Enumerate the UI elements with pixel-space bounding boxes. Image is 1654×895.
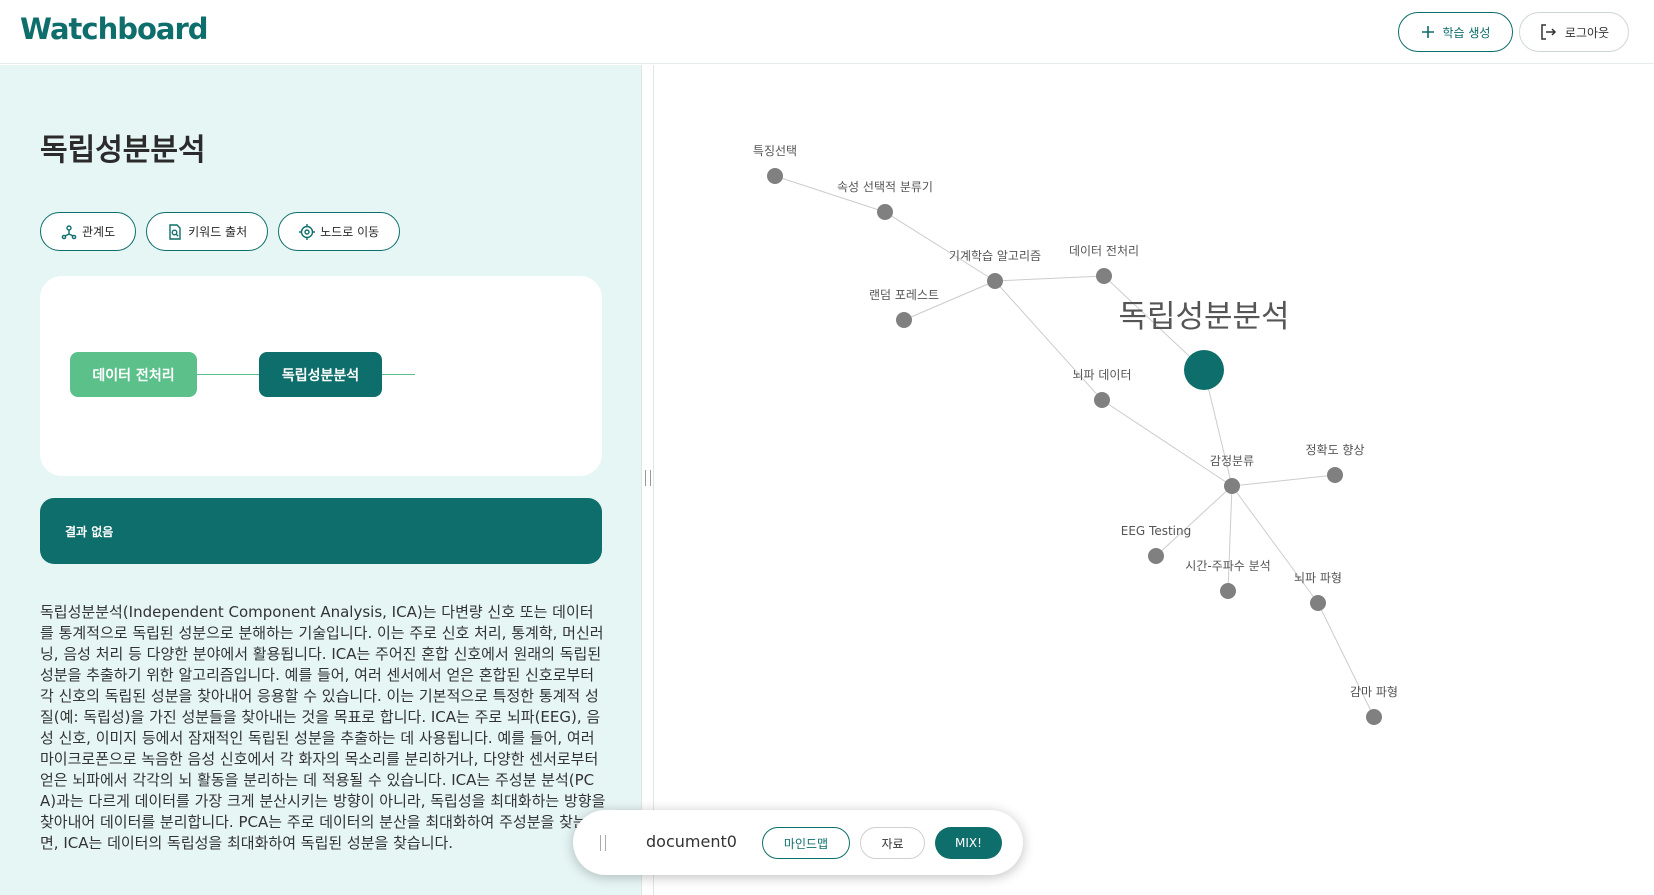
graph-edge bbox=[994, 275, 1105, 282]
graph-edge bbox=[1317, 602, 1375, 718]
go-to-node-label: 노드로 이동 bbox=[320, 225, 380, 239]
graph-edge bbox=[994, 280, 1103, 401]
mindmap-current-node[interactable]: 독립성분분석 bbox=[259, 352, 382, 397]
top-header: Watchboard 학습 생성 로그아웃 bbox=[0, 0, 1654, 64]
graph-node-label: 감정분류 bbox=[1210, 454, 1254, 468]
description-text: 독립성분분석(Independent Component Analysis, I… bbox=[40, 603, 606, 852]
graph-node[interactable] bbox=[1096, 268, 1112, 284]
graph-focus-label: 독립성분분석 bbox=[1118, 299, 1289, 335]
graph-node[interactable] bbox=[1310, 595, 1326, 611]
material-button[interactable]: 자료 bbox=[860, 827, 925, 859]
graph-node-label: 시간-주파수 분석 bbox=[1185, 559, 1270, 573]
document-name: document0 bbox=[646, 832, 737, 851]
graph-node-label: EEG Testing bbox=[1121, 524, 1191, 538]
graph-node[interactable] bbox=[877, 204, 893, 220]
graph-node-label: 감마 파형 bbox=[1350, 685, 1398, 699]
keyword-source-label: 키워드 출처 bbox=[188, 225, 248, 239]
mindmap-parent-node[interactable]: 데이터 전처리 bbox=[70, 352, 197, 397]
logout-icon bbox=[1541, 24, 1556, 40]
graph-edge bbox=[884, 211, 996, 282]
hierarchy-icon bbox=[61, 224, 77, 239]
graph-node[interactable] bbox=[1220, 583, 1236, 599]
graph-edge bbox=[1231, 485, 1319, 604]
graph-node-label: 뇌파 파형 bbox=[1294, 571, 1342, 585]
mini-mindmap-card: 데이터 전처리 독립성분분석 bbox=[40, 276, 602, 476]
app-logo[interactable]: Watchboard bbox=[20, 12, 209, 46]
document-search-icon bbox=[169, 223, 181, 240]
knowledge-graph[interactable]: 특징선택속성 선택적 분류기기계학습 알고리즘 데이터 전처리랜덤 포레스트뇌파 … bbox=[654, 65, 1654, 895]
graph-node-label: 특징선택 bbox=[753, 144, 797, 158]
graph-node-label: 기계학습 알고리즘 bbox=[949, 249, 1041, 263]
mix-button[interactable]: MIX! bbox=[935, 827, 1002, 859]
logout-button[interactable]: 로그아웃 bbox=[1519, 12, 1629, 52]
target-icon bbox=[299, 223, 316, 240]
logout-label: 로그아웃 bbox=[1564, 25, 1610, 40]
go-to-node-button[interactable]: 노드로 이동 bbox=[278, 212, 401, 251]
create-study-button[interactable]: 학습 생성 bbox=[1398, 12, 1513, 52]
graph-node[interactable] bbox=[1094, 392, 1110, 408]
mindmap-connector bbox=[197, 374, 259, 375]
graph-node[interactable] bbox=[767, 168, 783, 184]
panel-splitter[interactable] bbox=[641, 65, 654, 895]
relation-map-label: 관계도 bbox=[82, 225, 116, 239]
graph-node[interactable] bbox=[896, 312, 912, 328]
graph-node-label: 데이터 전처리 bbox=[1069, 244, 1139, 258]
mindmap-connector-tail bbox=[382, 374, 415, 375]
graph-edge bbox=[1101, 399, 1233, 487]
plus-icon bbox=[1421, 26, 1434, 38]
graph-node-label: 정확도 향상 bbox=[1305, 443, 1364, 457]
graph-node[interactable] bbox=[1224, 478, 1240, 494]
graph-node[interactable] bbox=[987, 273, 1003, 289]
action-buttons: 관계도 키워드 출처 노드로 이동 bbox=[40, 212, 401, 251]
create-study-label: 학습 생성 bbox=[1442, 25, 1491, 40]
relation-map-button[interactable]: 관계도 bbox=[40, 212, 137, 251]
page-title: 독립성분분석 bbox=[40, 133, 206, 168]
graph-node[interactable] bbox=[1366, 709, 1382, 725]
graph-edge bbox=[1155, 485, 1233, 557]
bottom-toolbar: document0 마인드맵 자료 MIX! bbox=[573, 810, 1023, 875]
graph-node-label: 속성 선택적 분류기 bbox=[837, 180, 933, 194]
graph-focus-node[interactable] bbox=[1184, 350, 1224, 390]
graph-edge bbox=[1231, 474, 1336, 487]
graph-node-label: 랜덤 포레스트 bbox=[869, 288, 939, 302]
detail-panel: 독립성분분석 관계도 키워드 출처 노드로 이동 데이터 전처리 독립성분분석 … bbox=[0, 65, 641, 895]
result-banner: 결과 없음 bbox=[40, 498, 602, 564]
mindmap-button[interactable]: 마인드맵 bbox=[762, 827, 850, 859]
graph-node[interactable] bbox=[1148, 548, 1164, 564]
graph-canvas[interactable]: 특징선택속성 선택적 분류기기계학습 알고리즘 데이터 전처리랜덤 포레스트뇌파 … bbox=[654, 65, 1654, 895]
graph-edge bbox=[1227, 485, 1233, 592]
keyword-source-button[interactable]: 키워드 출처 bbox=[146, 212, 269, 251]
drag-handle-icon[interactable] bbox=[600, 835, 606, 851]
graph-node-label: 뇌파 데이터 bbox=[1072, 368, 1131, 382]
splitter-grip-icon[interactable] bbox=[645, 470, 651, 486]
graph-node[interactable] bbox=[1327, 467, 1343, 483]
